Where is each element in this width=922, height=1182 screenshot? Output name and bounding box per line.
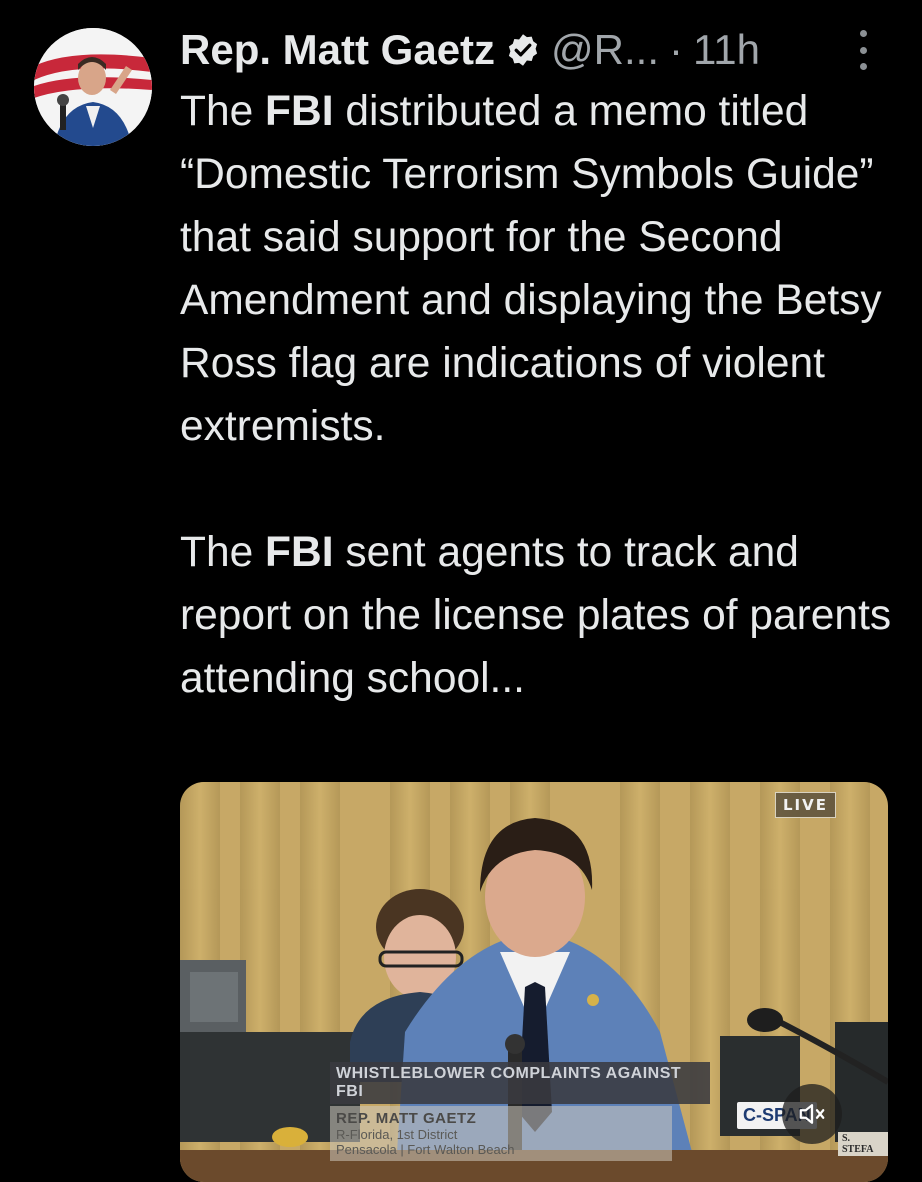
post-header: Rep. Matt Gaetz @R... · 11h [180,20,882,80]
fbi-highlight: FBI [265,88,334,135]
chyron-name: REP. MATT GAETZ [336,1110,477,1127]
verified-badge-icon [508,34,538,66]
separator-dot: · [669,26,684,73]
video-chyron: WHISTLEBLOWER COMPLAINTS AGAINST FBI REP… [330,1062,710,1161]
chyron-district: R-Florida, 1st District [336,1127,458,1142]
post-paragraph-2: The FBI sent agents to track and report … [180,529,892,702]
corner-nameplate: S. STEFA [838,1132,888,1156]
chyron-banner: WHISTLEBLOWER COMPLAINTS AGAINST FBI [330,1062,710,1104]
post-text: The FBI distributed a memo titled “Domes… [180,80,900,710]
author-name[interactable]: Rep. Matt Gaetz [180,26,495,74]
avatar-photo [34,28,152,146]
chyron-box: REP. MATT GAETZ R-Florida, 1st District … [330,1106,672,1161]
post-paragraph-1: The FBI distributed a memo titled “Domes… [180,88,882,450]
more-options-icon[interactable] [858,30,868,70]
live-badge: LIVE [775,792,836,818]
chyron-city: Pensacola | Fort Walton Beach [336,1142,515,1157]
fbi-highlight: FBI [265,529,334,576]
post-avatar[interactable] [34,28,152,146]
post-timestamp[interactable]: 11h [693,26,760,74]
video-player[interactable]: LIVE WHISTLEBLOWER COMPLAINTS AGAINST FB… [180,782,888,1182]
speaker-muted-glyph [799,1104,825,1124]
author-handle[interactable]: @R... [551,26,659,74]
speaker-muted-icon[interactable] [782,1084,842,1144]
